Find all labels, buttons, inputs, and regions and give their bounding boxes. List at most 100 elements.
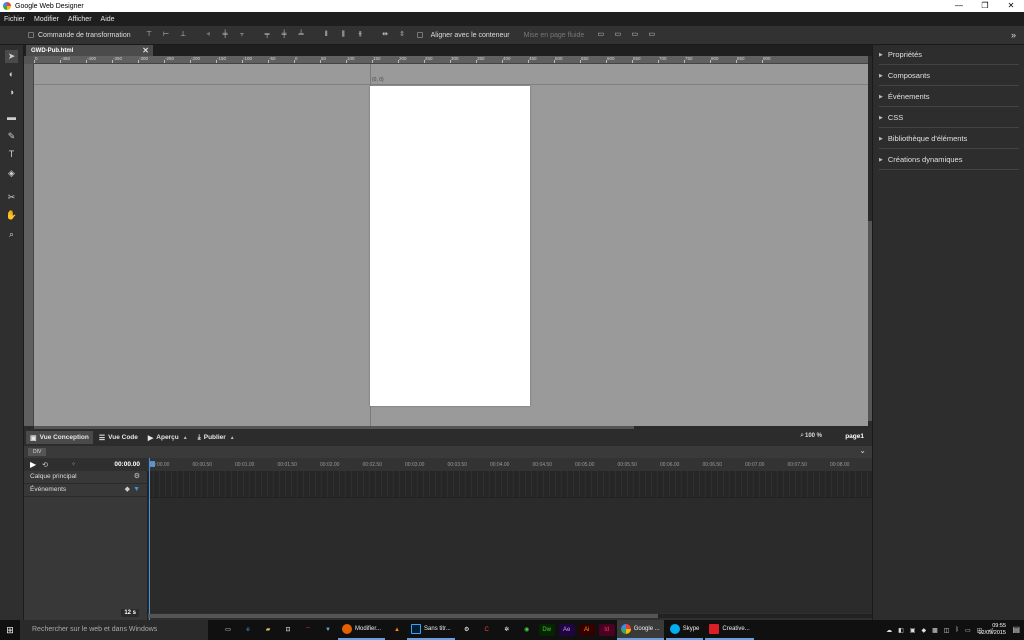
layout-icon-4[interactable]: ▭ [647, 31, 656, 39]
taskbar-app-creative-cloud[interactable]: Creative... [705, 620, 754, 640]
taskbar-clock[interactable]: 09:55 02/09/2015 [966, 623, 1006, 637]
design-view-button[interactable]: ▣ Vue Conception [26, 431, 93, 444]
ccleaner-icon[interactable]: C [479, 624, 495, 636]
minimize-button[interactable]: — [946, 0, 972, 12]
close-button[interactable]: ✕ [998, 0, 1024, 12]
play-icon[interactable]: ▶ [30, 460, 36, 469]
expand-panel-icon[interactable]: » [1011, 30, 1016, 40]
tray-app-icon[interactable]: ▩ [932, 627, 938, 634]
tag-tool-icon[interactable]: ▬ [5, 111, 18, 124]
taskbar-app-gwd[interactable]: Google ... [616, 620, 664, 640]
rog-icon[interactable]: ⌔ [300, 624, 316, 636]
keyframe-icon[interactable]: ⁘ [71, 461, 76, 468]
task-view-icon[interactable]: ▭ [220, 624, 236, 636]
menu-view[interactable]: Afficher [68, 16, 92, 23]
edge-icon[interactable]: e [240, 624, 256, 636]
preview-button[interactable]: ▶ Aperçu ▲ [144, 431, 192, 444]
color-tool-icon[interactable]: ✂ [5, 191, 18, 204]
document-tab[interactable]: GWD-Pub.html ✕ [26, 45, 153, 56]
align-left-edge-icon[interactable]: ⫞ [204, 31, 213, 39]
3d-rotate-tool-icon[interactable]: ◐ [5, 68, 18, 81]
fluid-layout-label[interactable]: Mise en page fluide [524, 32, 585, 39]
panel-properties[interactable]: ▶ Propriétés [879, 45, 1019, 65]
maximize-button[interactable]: ❐ [972, 0, 998, 12]
tray-app-icon[interactable]: ◧ [898, 627, 904, 634]
align-top-icon[interactable]: ⊤ [145, 31, 154, 39]
distribute-h-icon[interactable]: ⫴ [322, 31, 331, 39]
layer-row-events[interactable]: Événements ◆ ▼ [24, 484, 148, 497]
app-icon-gear[interactable]: ✲ [499, 624, 515, 636]
publish-button[interactable]: ⤓ Publier ▲ [194, 431, 239, 444]
distribute-v-icon[interactable]: ⫵ [356, 31, 365, 39]
loop-icon[interactable]: ⟲ [42, 461, 48, 469]
timeline-scrollbar[interactable] [148, 614, 872, 618]
timeline-ruler[interactable]: 00:00.00 00:00.50 00:01.00 00:01.50 00:02.00… [148, 458, 872, 471]
align-bottom-edge-icon[interactable]: ╧ [297, 31, 306, 39]
text-tool-icon[interactable]: T [5, 148, 18, 161]
align-right-edge-icon[interactable]: ⫟ [238, 31, 247, 39]
transform-checkbox[interactable] [28, 32, 34, 38]
panel-library[interactable]: ▶ Bibliothèque d'éléments [879, 129, 1019, 149]
tray-app-icon[interactable]: ◆ [921, 627, 926, 634]
cloud-icon[interactable]: ☁ [886, 627, 892, 634]
fill-tool-icon[interactable]: ◈ [5, 167, 18, 180]
align-container-checkbox[interactable] [416, 32, 423, 38]
page-selector[interactable]: page1 [845, 433, 864, 440]
store-icon[interactable]: ⊡ [280, 624, 296, 636]
distribute-center-icon[interactable]: ⫼ [339, 31, 348, 39]
chrome-icon[interactable]: ◉ [519, 624, 535, 636]
align-middle-icon[interactable]: ╪ [280, 31, 289, 39]
taskbar-app-photoshop[interactable]: Sans titr... [407, 620, 455, 640]
align-center-v-icon[interactable]: ╪ [221, 31, 230, 39]
vlc-icon[interactable]: ▲ [389, 624, 405, 636]
panel-dynamic[interactable]: ▶ Créations dynamiques [879, 150, 1019, 170]
bluetooth-icon[interactable]: ᛒ [955, 627, 959, 633]
app-icon-tool[interactable]: ⚙ [459, 624, 475, 636]
gear-icon[interactable]: ⚙ [134, 471, 140, 483]
design-canvas[interactable]: (0, 0) [34, 64, 868, 426]
pen-tool-icon[interactable]: ✎ [5, 130, 18, 143]
current-time[interactable]: 00:00.00 [114, 461, 140, 468]
dreamweaver-icon[interactable]: Dw [538, 624, 555, 636]
taskbar-app-firefox[interactable]: Modifier... [338, 620, 386, 640]
zoom-level[interactable]: 100 % [805, 433, 822, 439]
menu-help[interactable]: Aide [101, 16, 115, 23]
layout-icon-3[interactable]: ▭ [630, 31, 639, 39]
zoom-tool-icon[interactable]: ⌕ [5, 228, 18, 241]
3d-translate-tool-icon[interactable]: ◑ [5, 86, 18, 99]
diamond-icon[interactable]: ◆ [125, 484, 130, 496]
stage-page[interactable] [370, 86, 530, 406]
zoom-icon[interactable]: ⌕ [800, 432, 804, 440]
folder-icon[interactable]: ▰ [260, 624, 276, 636]
close-tab-icon[interactable]: ✕ [142, 46, 149, 55]
steelseries-icon[interactable]: ▼ [320, 624, 336, 636]
layout-icon-2[interactable]: ▭ [613, 31, 622, 39]
indesign-icon[interactable]: Id [598, 624, 615, 636]
element-breadcrumb[interactable]: DIV [28, 448, 47, 456]
tray-app-icon[interactable]: ◫ [944, 627, 950, 634]
menu-edit[interactable]: Modifier [34, 16, 59, 23]
after-effects-icon[interactable]: Ae [558, 624, 575, 636]
align-bottom-icon[interactable]: ⊥ [179, 31, 188, 39]
windows-start-icon[interactable]: ⊞ [0, 620, 20, 640]
illustrator-icon[interactable]: Ai [578, 624, 595, 636]
timeline-track[interactable] [148, 471, 872, 498]
size-width-icon[interactable]: ⇹ [381, 31, 390, 39]
menu-file[interactable]: Fichier [4, 16, 25, 23]
panel-events[interactable]: ▶ Événements [879, 87, 1019, 107]
tray-app-icon[interactable]: ▣ [910, 627, 916, 634]
collapse-timeline-icon[interactable]: ⌄ [859, 446, 866, 455]
hand-tool-icon[interactable]: ✋ [5, 209, 18, 222]
scroll-thumb[interactable] [148, 614, 658, 618]
layout-icon-1[interactable]: ▭ [596, 31, 605, 39]
notifications-icon[interactable]: ▤ [1012, 625, 1020, 634]
align-top-edge-icon[interactable]: ╤ [263, 31, 272, 39]
select-tool-icon[interactable]: ➤ [5, 50, 18, 63]
align-left-icon[interactable]: ⊢ [162, 31, 171, 39]
code-view-button[interactable]: ☰ Vue Code [95, 431, 142, 444]
taskbar-app-skype[interactable]: Skype [665, 620, 704, 640]
layer-row-main[interactable]: Calque principal ⚙ [24, 471, 148, 484]
chevron-down-icon[interactable]: ▼ [133, 484, 140, 496]
panel-css[interactable]: ▶ CSS [879, 108, 1019, 128]
size-height-icon[interactable]: ⇳ [398, 31, 407, 39]
